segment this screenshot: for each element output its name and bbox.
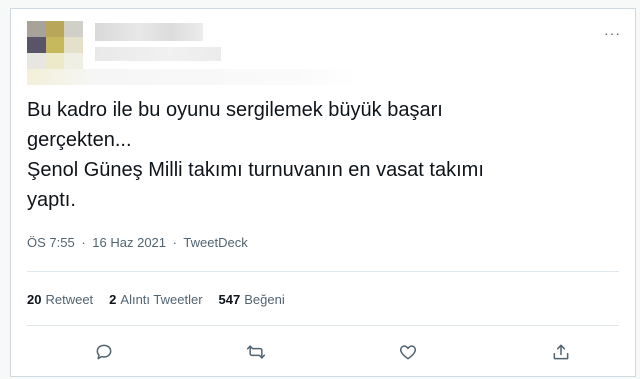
like-label: Beğeni — [244, 292, 285, 307]
tweet-card: ··· Bu kadro ile bu oyunu sergilemek büy… — [10, 8, 636, 377]
tweet-text: Bu kadro ile bu oyunu sergilemek büyük b… — [27, 99, 484, 211]
quote-count: 2 — [109, 292, 117, 307]
header-blur-strip — [27, 69, 357, 85]
like-stat[interactable]: 547 Beğeni — [219, 292, 285, 307]
avatar[interactable] — [27, 21, 83, 69]
display-name-blurred[interactable] — [95, 23, 203, 41]
tweet-meta: ÖS 7:55 · 16 Haz 2021 · TweetDeck — [27, 235, 251, 250]
more-icon: ··· — [604, 25, 621, 41]
share-button[interactable] — [548, 339, 574, 365]
tweet-source[interactable]: TweetDeck — [183, 235, 247, 250]
tweet-date[interactable]: 16 Haz 2021 — [92, 235, 166, 250]
like-icon — [399, 345, 417, 360]
reply-icon — [96, 344, 112, 360]
like-count: 547 — [218, 292, 241, 307]
meta-separator: · — [81, 235, 86, 250]
meta-separator: · — [172, 235, 177, 250]
username-blurred[interactable] — [95, 47, 221, 61]
more-options-button[interactable]: ··· — [604, 25, 621, 41]
reply-button[interactable] — [91, 339, 117, 365]
tweet-stats: 20 Retweet 2 Alıntı Tweetler 547 Beğeni — [27, 292, 285, 307]
tweet-time[interactable]: ÖS 7:55 — [27, 235, 75, 250]
retweet-stat[interactable]: 20 Retweet — [27, 292, 93, 307]
quote-label: Alıntı Tweetler — [120, 292, 203, 307]
divider-bottom — [27, 325, 619, 326]
retweet-icon — [246, 345, 266, 359]
retweet-button[interactable] — [243, 339, 269, 365]
tweet-actions — [11, 339, 635, 369]
retweet-label: Retweet — [45, 292, 94, 307]
quote-stat[interactable]: 2 Alıntı Tweetler — [109, 292, 202, 307]
retweet-count: 20 — [27, 292, 42, 307]
share-icon — [553, 344, 569, 360]
like-button[interactable] — [395, 339, 421, 365]
divider-top — [27, 271, 619, 272]
